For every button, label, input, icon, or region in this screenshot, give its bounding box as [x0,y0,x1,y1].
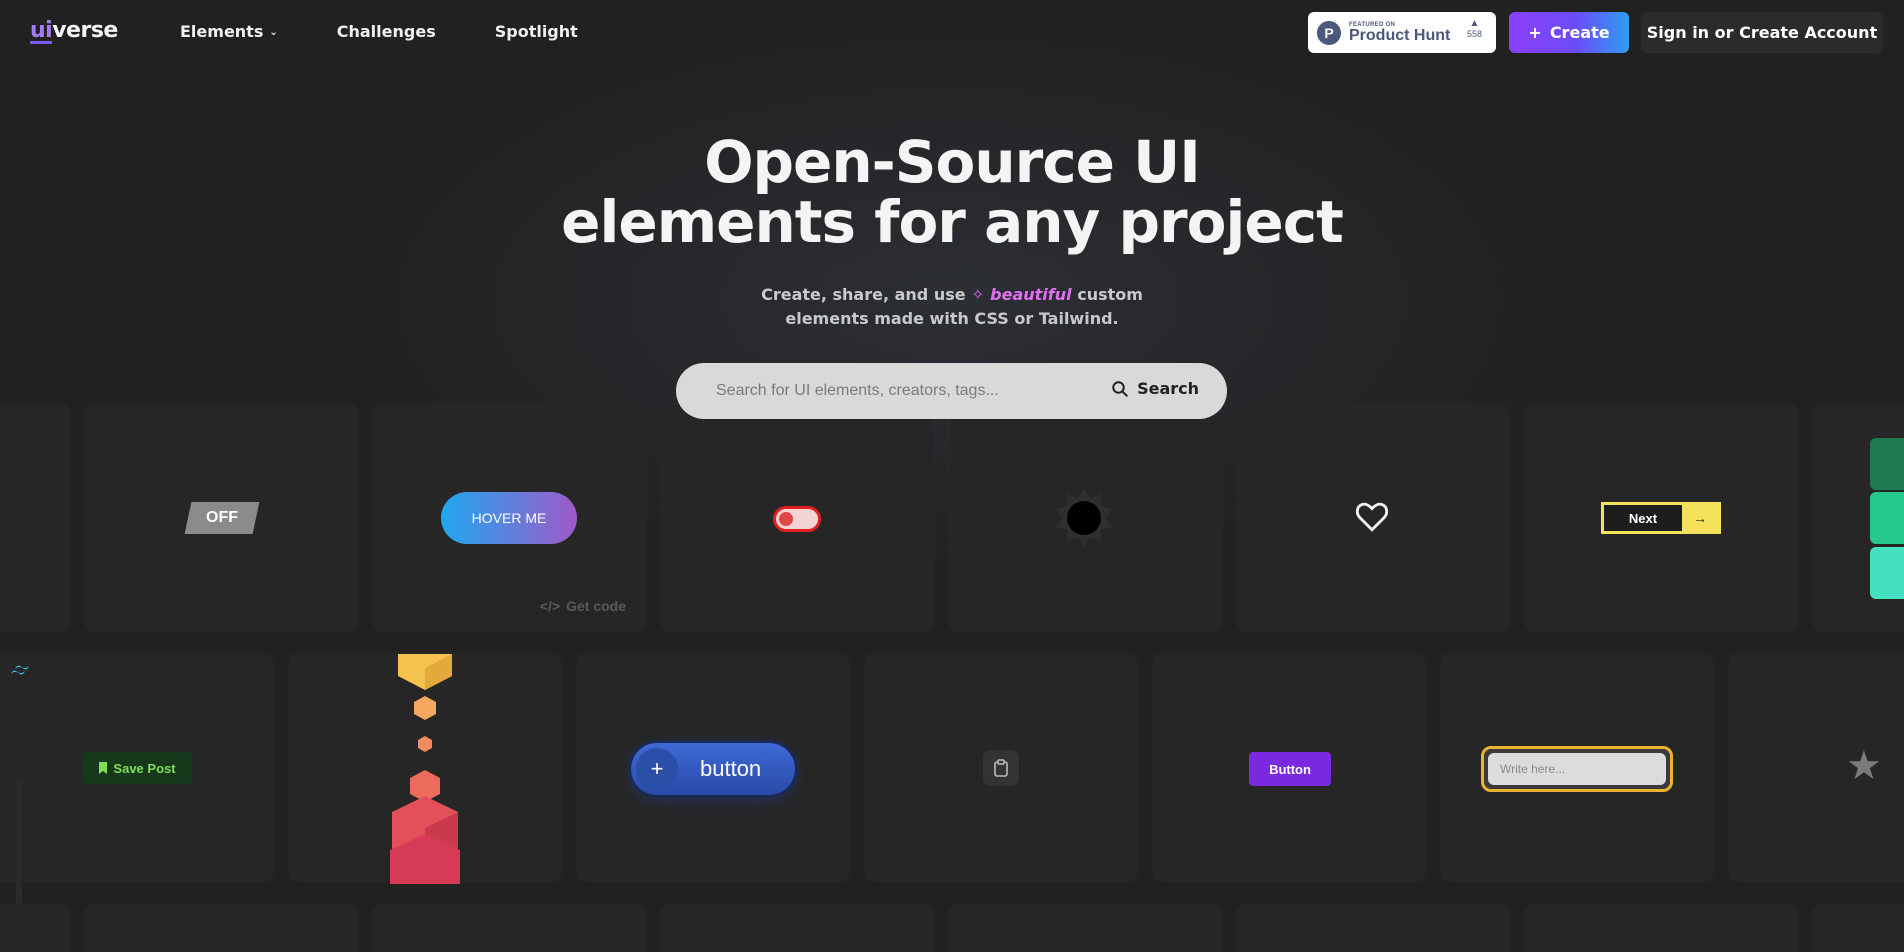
tailwind-icon [11,665,29,675]
write-here-input[interactable] [1488,753,1666,785]
sparkle-icon: ✧ [971,285,985,304]
save-post-label: Save Post [113,760,176,776]
get-code-label: Get code [566,598,626,614]
code-icon: </> [539,598,561,614]
bookmark-icon [99,762,108,774]
save-post-button[interactable]: Save Post [82,752,192,784]
get-code-link[interactable]: </> Get code [540,598,626,614]
plus-button[interactable]: + button [631,743,795,795]
element-card[interactable] [0,904,70,952]
star-icon[interactable]: ★ [1846,746,1882,786]
nav-spotlight-label: Spotlight [494,22,578,41]
product-hunt-icon: P [1317,20,1341,45]
search-input[interactable] [716,382,1076,400]
element-card[interactable] [1525,904,1798,952]
color-swatch[interactable] [1870,547,1904,599]
logo-verse-part: verse [52,18,118,43]
nav-spotlight[interactable]: Spotlight [495,22,578,41]
purple-button[interactable]: Button [1249,752,1331,786]
gear-loader-icon [1056,489,1112,547]
upvote-triangle-icon: ▲ [1469,18,1480,29]
hero-subtitle: Create, share, and use ✧ beautiful custo… [700,283,1204,331]
hero-title: Open-Source UI elements for any project [452,132,1452,252]
ph-name: Product Hunt [1349,26,1451,44]
element-card[interactable] [1237,904,1510,952]
hero-sub-post: custom [1077,285,1143,304]
nav-elements-label: Elements [180,22,264,41]
element-card[interactable] [373,904,646,952]
write-here-field [1481,746,1673,792]
color-swatch[interactable] [1870,438,1904,490]
element-card[interactable] [85,904,358,952]
hero-sub-highlight: beautiful [990,285,1072,304]
nav-elements[interactable]: Elements ⌄ [180,22,278,41]
hero-subtitle-line1: Create, share, and use ✧ beautiful custo… [700,283,1204,307]
sign-in-button[interactable]: Sign in or Create Account [1641,12,1883,53]
uiverse-logo[interactable]: uiverse [30,18,118,43]
product-hunt-text: FEATURED ON Product Hunt [1349,22,1450,44]
off-label: OFF [206,509,238,526]
logo-ui-part: ui [30,18,53,43]
plus-icon: + [1528,23,1542,42]
hover-me-label: HOVER ME [471,510,547,526]
hero-subtitle-line2: elements made with CSS or Tailwind. [785,309,1119,328]
hover-me-button[interactable]: HOVER ME [441,492,577,544]
element-card[interactable] [661,904,934,952]
purple-button-label: Button [1269,761,1311,777]
clipboard-icon [994,759,1008,777]
toggle-switch[interactable] [773,506,821,532]
hero-sub-pre: Create, share, and use [761,285,966,304]
sign-in-label: Sign in or Create Account [1646,23,1878,42]
heart-icon[interactable] [1355,501,1389,533]
product-hunt-badge[interactable]: P FEATURED ON Product Hunt ▲ 558 [1308,12,1496,53]
hero-title-line2: elements for any project [561,188,1344,256]
scroll-track [16,780,22,920]
next-label: Next [1604,505,1682,531]
off-switch-button[interactable]: OFF [184,502,260,534]
search-bar: Search [676,363,1227,419]
nav-challenges[interactable]: Challenges [337,22,436,41]
color-swatch[interactable] [1870,492,1904,544]
ph-vote-count: 558 [1466,29,1482,39]
nav-challenges-label: Challenges [336,22,436,41]
hero-title-line1: Open-Source UI [704,128,1201,196]
plus-button-label: button [700,756,762,781]
create-button-label: Create [1549,23,1610,42]
arrow-right-icon: → [1682,505,1718,531]
search-button[interactable]: Search [1111,379,1199,398]
plus-icon: + [636,748,678,790]
search-button-label: Search [1137,379,1199,398]
create-button[interactable]: + Create [1509,12,1629,53]
clipboard-button[interactable] [983,750,1019,786]
element-card[interactable] [1813,904,1904,952]
ph-vote-counter: ▲ 558 [1467,18,1482,39]
top-navbar: uiverse Elements ⌄ Challenges Spotlight … [0,0,1904,64]
chevron-down-icon: ⌄ [269,27,278,38]
stacked-cubes-animation [390,654,460,884]
element-card[interactable] [0,404,70,632]
search-icon [1112,380,1128,397]
main-nav: Elements ⌄ Challenges Spotlight [180,22,578,41]
next-button[interactable]: Next → [1601,502,1721,534]
element-card[interactable] [949,904,1222,952]
